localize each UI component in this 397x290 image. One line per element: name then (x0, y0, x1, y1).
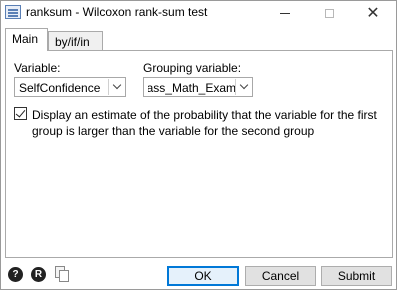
checkmark-icon (15, 107, 26, 118)
submit-button[interactable]: Submit (321, 266, 392, 286)
tab-by-if-in[interactable]: by/if/in (48, 31, 103, 51)
grouping-variable-label: Grouping variable: (143, 61, 242, 75)
variable-combobox[interactable]: SelfConfidence (14, 77, 126, 97)
grouping-dropdown-button[interactable] (235, 79, 251, 95)
copy-command-icon[interactable] (55, 266, 69, 282)
chevron-down-icon (112, 80, 121, 90)
reset-icon[interactable]: R (31, 267, 46, 282)
minimize-icon (280, 12, 290, 14)
estimate-checkbox-label[interactable]: Display an estimate of the probability t… (32, 107, 382, 139)
app-icon (5, 5, 21, 19)
variable-dropdown-button[interactable] (108, 79, 124, 95)
cancel-button[interactable]: Cancel (245, 266, 316, 286)
variable-label: Variable: (14, 61, 61, 75)
close-icon: ✕ (366, 5, 380, 22)
maximize-button[interactable] (307, 1, 351, 25)
variable-value: SelfConfidence (19, 81, 101, 95)
ok-button[interactable]: OK (167, 266, 239, 286)
maximize-icon (324, 8, 334, 18)
title-bar[interactable]: ranksum - Wilcoxon rank-sum test ✕ (1, 1, 396, 25)
grouping-variable-combobox[interactable]: Pass_Math_Exam (143, 77, 253, 97)
window-title: ranksum - Wilcoxon rank-sum test (26, 5, 208, 19)
grouping-variable-value: Pass_Math_Exam (148, 81, 236, 95)
dialog-window: ranksum - Wilcoxon rank-sum test ✕ Main … (0, 0, 397, 290)
estimate-checkbox[interactable] (14, 107, 27, 120)
chevron-down-icon (239, 80, 248, 90)
minimize-button[interactable] (263, 1, 307, 25)
page-front (59, 270, 69, 282)
tab-main[interactable]: Main (5, 28, 48, 51)
help-icon[interactable]: ? (8, 267, 23, 282)
close-button[interactable]: ✕ (351, 1, 395, 25)
